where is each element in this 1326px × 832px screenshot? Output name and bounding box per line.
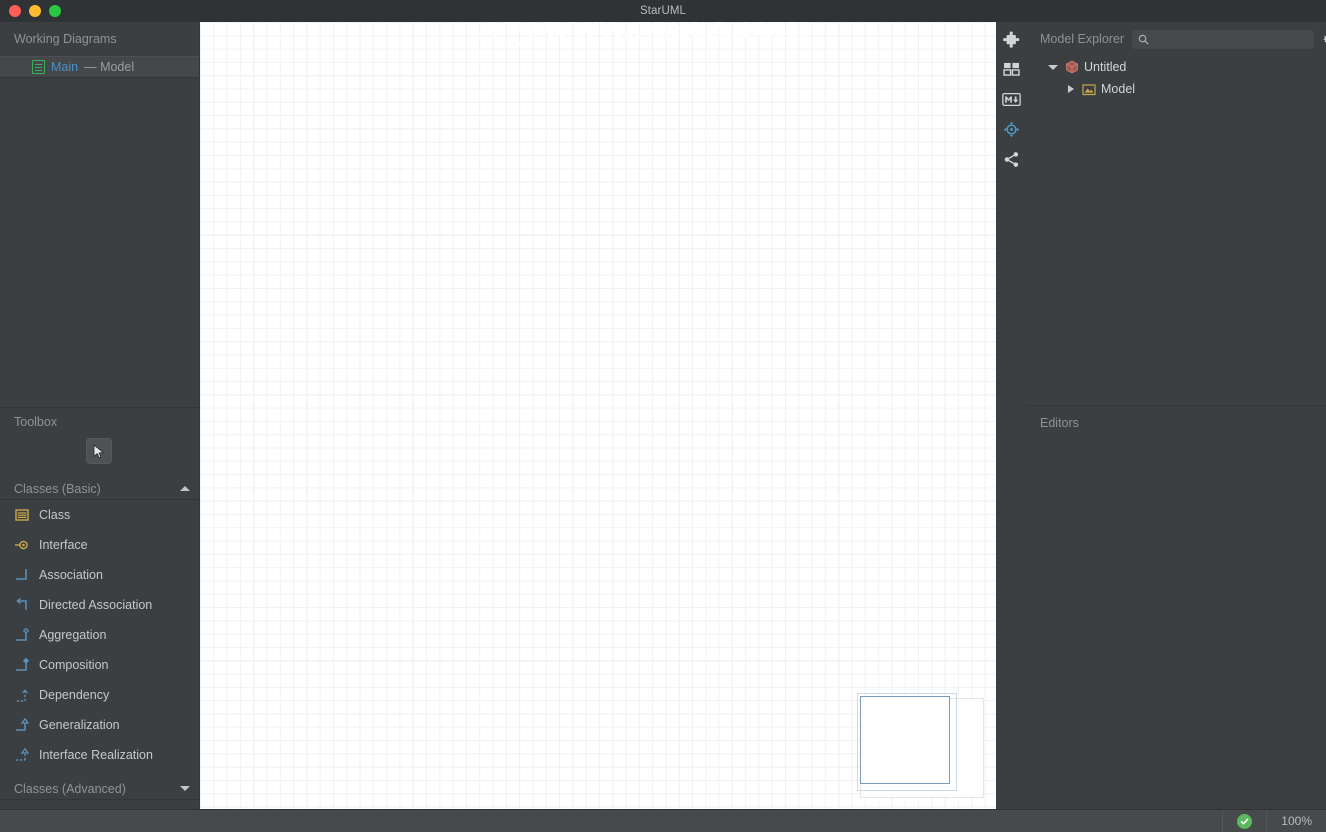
project-icon [1066, 60, 1078, 74]
search-icon [1138, 34, 1149, 45]
layout-grid-icon [1002, 62, 1020, 76]
extensions-icon [1002, 30, 1019, 48]
markdown-icon [1001, 92, 1021, 106]
model-explorer-settings-button[interactable] [1322, 30, 1326, 48]
section-label: Classes (Basic) [14, 481, 101, 496]
model-explorer-header: Model Explorer [1026, 22, 1326, 56]
interface-icon [15, 540, 28, 550]
cursor-arrow-icon [93, 444, 104, 458]
search-input[interactable] [1154, 33, 1309, 45]
check-mark-icon [1240, 818, 1249, 824]
diagram-list-item-main[interactable]: Main — Model [0, 56, 200, 78]
toolbox-section-classes-advanced[interactable]: Classes (Advanced) [0, 778, 200, 800]
share-nodes-icon [1004, 151, 1018, 167]
window-controls [9, 0, 61, 22]
interface-realization-icon [16, 747, 30, 761]
diagram-owner: — Model [84, 60, 135, 74]
diagram-icon [32, 60, 45, 74]
tool-label: Directed Association [39, 598, 153, 612]
tool-label: Association [39, 568, 103, 582]
toolbox-section-classes-basic[interactable]: Classes (Basic) [0, 478, 200, 500]
gear-icon [1323, 35, 1326, 42]
working-diagrams-list: Main — Model [0, 56, 200, 78]
working-diagrams-header: Working Diagrams [14, 32, 117, 46]
toolbox-header: Toolbox [14, 415, 58, 429]
tool-item-composition[interactable]: Composition [0, 650, 200, 680]
directed-association-icon [16, 598, 27, 610]
diagram-canvas[interactable]: M www.MacZ.com [200, 22, 996, 809]
staruml-window: StarUML Working Diagrams Main — Model To… [0, 0, 1326, 832]
right-icon-toolbar [996, 22, 1026, 809]
chevron-up-icon [180, 486, 190, 491]
generalization-icon [16, 717, 30, 731]
validation-status[interactable] [1223, 810, 1266, 832]
title-bar: StarUML [0, 0, 1326, 22]
diagram-name: Main [51, 60, 79, 74]
close-window-button[interactable] [9, 5, 21, 17]
tree-item-label: Untitled [1084, 60, 1127, 74]
extensions-button[interactable] [998, 28, 1024, 50]
target-crosshair-icon [1003, 121, 1019, 137]
left-sidebar: Working Diagrams Main — Model Toolbox Cl… [0, 22, 200, 831]
aggregation-icon [16, 627, 30, 641]
chevron-collapsed-icon[interactable] [1068, 85, 1076, 93]
section-label: Classes (Advanced) [14, 781, 126, 796]
tool-label: Generalization [39, 718, 120, 732]
tool-label: Class [39, 508, 71, 522]
select-pointer-tool-button[interactable] [86, 438, 112, 464]
model-folder-icon [1082, 83, 1096, 95]
tool-label: Composition [39, 658, 109, 672]
editors-title: Editors [1040, 416, 1079, 430]
focus-target-button[interactable] [998, 118, 1024, 140]
zoom-level[interactable]: 100% [1267, 810, 1326, 832]
check-circle-icon [1237, 813, 1253, 829]
canvas-shape-rectangle[interactable] [857, 693, 957, 791]
toolbox-pointer-row [0, 436, 200, 470]
status-bar: 100% [0, 809, 1326, 832]
association-icon [16, 569, 27, 580]
tool-item-directed-association[interactable]: Directed Association [0, 590, 200, 620]
tool-item-interface-realization[interactable]: Interface Realization [0, 740, 200, 770]
model-explorer-title: Model Explorer [1040, 32, 1125, 46]
dependency-icon [17, 689, 28, 702]
tool-item-dependency[interactable]: Dependency [0, 680, 200, 710]
model-explorer-search[interactable] [1132, 29, 1315, 49]
markdown-button[interactable] [998, 88, 1024, 110]
tree-item-model[interactable]: Model [1026, 78, 1326, 100]
tree-item-label: Model [1101, 82, 1136, 96]
tool-label: Dependency [39, 688, 110, 702]
window-title: StarUML [639, 5, 687, 17]
tool-item-class[interactable]: Class [0, 500, 200, 530]
composition-icon [16, 657, 30, 671]
canvas-grid [200, 22, 996, 809]
model-explorer-tree: Untitled Model [1026, 56, 1326, 100]
diagram-layout-button[interactable] [998, 58, 1024, 80]
maximize-window-button[interactable] [49, 5, 61, 17]
tool-item-aggregation[interactable]: Aggregation [0, 620, 200, 650]
model-explorer-panel: Model Explorer Untitled Model [1026, 22, 1326, 405]
chevron-expanded-icon[interactable] [1048, 64, 1058, 70]
tool-label: Interface Realization [39, 748, 153, 762]
tool-item-interface[interactable]: Interface [0, 530, 200, 560]
class-icon [15, 509, 29, 521]
chevron-down-icon [180, 786, 190, 791]
minimize-window-button[interactable] [29, 5, 41, 17]
share-button[interactable] [998, 148, 1024, 170]
tool-label: Interface [39, 538, 88, 552]
tool-label: Aggregation [39, 628, 107, 642]
editors-panel: Editors [1026, 405, 1326, 809]
tool-item-association[interactable]: Association [0, 560, 200, 590]
toolbox-panel: Toolbox Classes (Basic) Class Interface … [0, 407, 200, 831]
tool-item-generalization[interactable]: Generalization [0, 710, 200, 740]
tree-item-untitled[interactable]: Untitled [1026, 56, 1326, 78]
